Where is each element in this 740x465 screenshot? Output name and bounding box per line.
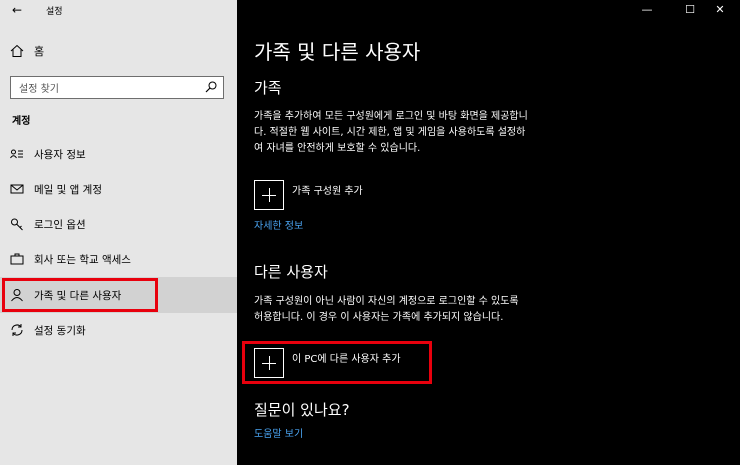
sync-icon	[11, 324, 23, 336]
sidebar-item-label: 사용자 정보	[34, 148, 86, 161]
briefcase-icon	[10, 253, 24, 265]
sidebar-item-label: 회사 또는 학교 액세스	[34, 253, 131, 266]
sidebar-item-sign-in-options[interactable]: 로그인 옵션	[0, 206, 237, 242]
main-content: 가족 및 다른 사용자 가족 가족을 추가하여 모든 구성원에게 로그인 및 바…	[237, 0, 740, 465]
key-icon	[11, 218, 23, 231]
home-nav-item[interactable]: 홈	[10, 41, 44, 61]
app-title: 설정	[46, 7, 63, 17]
sidebar-item-user-info[interactable]: 사용자 정보	[0, 136, 237, 172]
title-bar: ← 설정	[0, 0, 237, 20]
sidebar-item-work-school[interactable]: 회사 또는 학교 액세스	[0, 241, 237, 277]
other-users-description-line: 가족 구성원이 아닌 사람이 자신의 계정으로 로그인할 수 있도록	[254, 296, 519, 307]
sidebar: ← 설정 홈 계정 사용자 정보 메일 및 앱 계정	[0, 0, 237, 465]
family-heading: 가족	[254, 79, 282, 97]
family-description-line: 여 자녀를 안전하게 보호할 수 있습니다.	[254, 143, 421, 154]
person-card-icon	[10, 149, 23, 159]
other-users-heading: 다른 사용자	[254, 263, 328, 281]
search-input[interactable]	[11, 79, 191, 100]
family-description: 가족을 추가하여 모든 구성원에게 로그인 및 바탕 화면을 제공합니 다. 적…	[254, 109, 594, 157]
sidebar-item-label: 설정 동기화	[34, 324, 86, 337]
add-family-member-button[interactable]: 가족 구성원 추가	[254, 180, 363, 210]
sidebar-item-sync-settings[interactable]: 설정 동기화	[0, 312, 237, 348]
page-title: 가족 및 다른 사용자	[254, 40, 421, 64]
other-users-description: 가족 구성원이 아닌 사람이 자신의 계정으로 로그인할 수 있도록 허용합니다…	[254, 294, 594, 326]
section-label: 계정	[12, 116, 31, 127]
home-label: 홈	[34, 45, 45, 58]
plus-icon	[254, 180, 284, 210]
highlight-box-main	[242, 341, 432, 384]
learn-more-link[interactable]: 자세한 정보	[254, 217, 303, 232]
sidebar-item-label: 로그인 옵션	[34, 218, 86, 231]
back-button[interactable]: ←	[8, 2, 26, 18]
family-description-line: 다. 적절한 웹 사이트, 시간 제한, 앱 및 게임을 사용하도록 설정하	[254, 127, 526, 138]
add-family-member-label: 가족 구성원 추가	[292, 185, 363, 197]
help-heading: 질문이 있나요?	[254, 401, 350, 419]
search-icon[interactable]	[205, 81, 217, 93]
highlight-box-sidebar	[2, 278, 158, 312]
get-help-link[interactable]: 도움말 보기	[254, 425, 303, 440]
home-icon	[10, 44, 24, 57]
sidebar-item-label: 메일 및 앱 계정	[34, 183, 102, 196]
sidebar-item-mail-accounts[interactable]: 메일 및 앱 계정	[0, 171, 237, 207]
search-box[interactable]	[10, 76, 224, 100]
mail-icon	[10, 184, 24, 194]
family-description-line: 가족을 추가하여 모든 구성원에게 로그인 및 바탕 화면을 제공합니	[254, 111, 528, 122]
other-users-description-line: 허용합니다. 이 경우 이 사용자는 가족에 추가되지 않습니다.	[254, 312, 504, 323]
